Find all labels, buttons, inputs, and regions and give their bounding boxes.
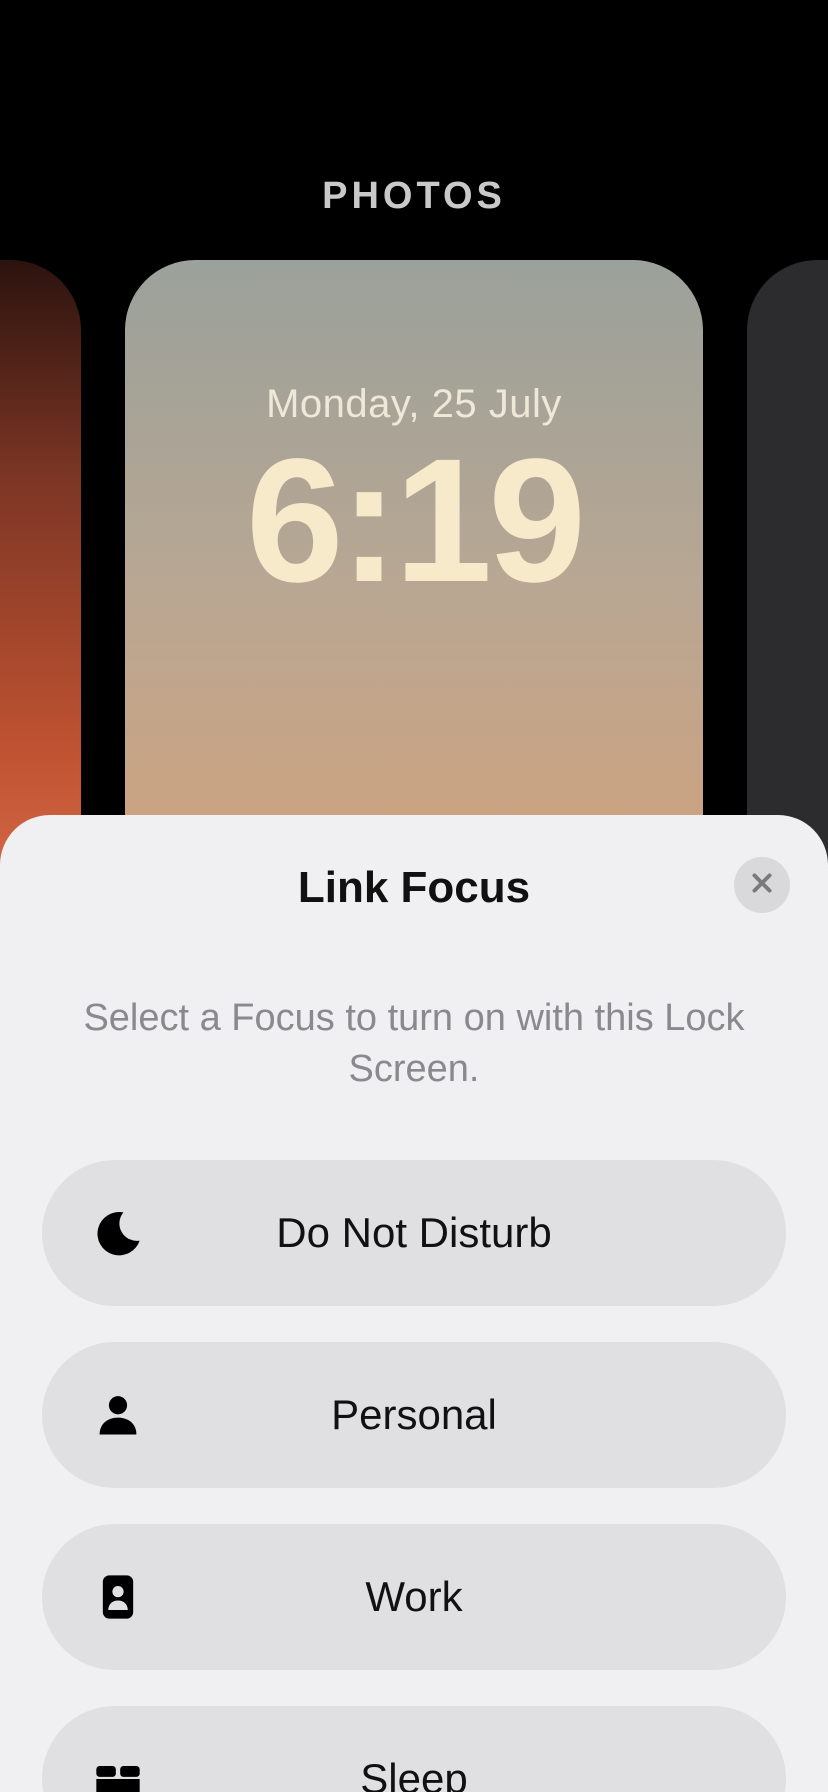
bed-icon: [90, 1751, 146, 1792]
focus-option-work[interactable]: Work: [42, 1524, 786, 1670]
focus-option-list: Do Not Disturb Personal Work: [42, 1160, 786, 1792]
link-focus-sheet: Link Focus Select a Focus to turn on wit…: [0, 815, 828, 1792]
gallery-title: PHOTOS: [0, 175, 828, 218]
lockscreen-date: Monday, 25 July: [125, 382, 703, 427]
focus-option-sleep[interactable]: Sleep: [42, 1706, 786, 1792]
focus-option-label: Sleep: [360, 1755, 467, 1792]
person-icon: [90, 1387, 146, 1443]
close-button[interactable]: [734, 857, 790, 913]
focus-option-label: Personal: [331, 1391, 497, 1439]
close-icon: [749, 870, 775, 901]
sheet-title: Link Focus: [42, 863, 786, 913]
focus-option-label: Work: [365, 1573, 462, 1621]
sheet-header: Link Focus: [42, 863, 786, 913]
sheet-subtitle: Select a Focus to turn on with this Lock…: [72, 993, 756, 1096]
focus-option-personal[interactable]: Personal: [42, 1342, 786, 1488]
badge-icon: [90, 1569, 146, 1625]
focus-option-label: Do Not Disturb: [276, 1209, 551, 1257]
moon-icon: [90, 1205, 146, 1261]
focus-option-dnd[interactable]: Do Not Disturb: [42, 1160, 786, 1306]
lockscreen-time: 6:19: [125, 433, 703, 609]
